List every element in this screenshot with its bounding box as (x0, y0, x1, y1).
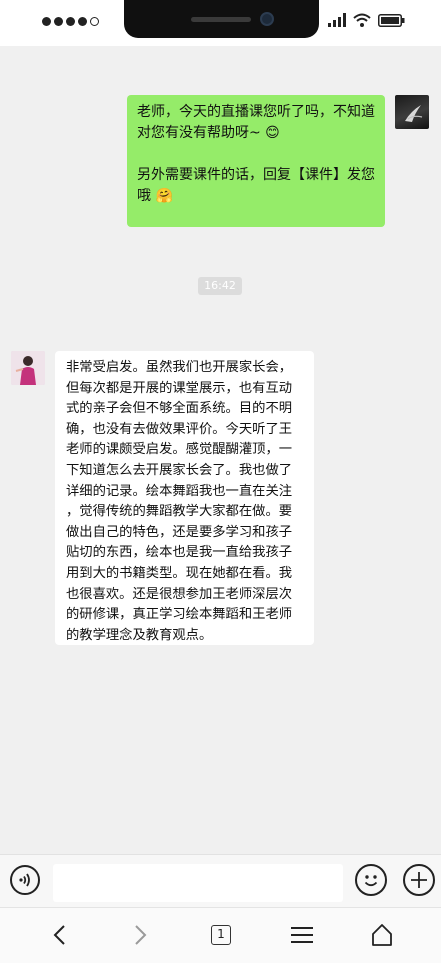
message-line: 老师，今天的直播课您听了吗，不知道 (137, 104, 375, 120)
chevron-right-icon (135, 925, 147, 945)
chevron-left-icon (53, 925, 65, 945)
emoji-button[interactable] (355, 864, 387, 896)
status-icons (328, 13, 405, 27)
home-icon (372, 924, 392, 946)
message-timestamp: 16:42 (198, 277, 242, 295)
menu-button[interactable] (287, 920, 317, 950)
message-line: 但每次都是开展的课堂展示，也有互动 (66, 380, 293, 396)
tab-count: 1 (211, 925, 231, 945)
message-line: 式的亲子会但不够全面系统。目的不明 (66, 401, 293, 417)
battery-icon (378, 13, 405, 27)
forward-button[interactable] (125, 920, 155, 950)
message-line: 用到大的书籍类型。现在她都在看。我 (66, 565, 293, 581)
emoji-icon (364, 875, 378, 887)
message-line: 详细的记录。绘本舞蹈我也一直在关注 (66, 483, 293, 499)
message-line: 哦 🤗 (137, 188, 173, 204)
more-button[interactable] (403, 864, 435, 896)
input-bar (0, 854, 441, 907)
message-input[interactable] (53, 864, 343, 902)
plus-icon (411, 872, 427, 888)
contact-avatar[interactable] (11, 351, 45, 385)
message-line: 的研修课，真正学习绘本舞蹈和王老师 (66, 607, 293, 623)
message-line: 对您有没有帮助呀~ 😊 (137, 125, 280, 141)
received-message-bubble[interactable]: 非常受启发。虽然我们也开展家长会， 但每次都是开展的课堂展示，也有互动 式的亲子… (55, 351, 314, 645)
hamburger-menu-icon (291, 927, 313, 943)
message-line: 确，也没有去做效果评价。今天听了王 (66, 421, 293, 437)
voice-icon (19, 873, 30, 887)
tabs-button[interactable]: 1 (206, 920, 236, 950)
signal-dots (42, 17, 99, 26)
my-avatar[interactable] (395, 95, 429, 129)
cellular-signal-icon (328, 13, 346, 27)
message-line: 的教学理念及教育观点。 (66, 627, 213, 643)
message-line: 非常受启发。虽然我们也开展家长会， (66, 360, 293, 375)
status-bar (0, 0, 441, 46)
message-line: 另外需要课件的话，回复【课件】发您 (137, 167, 375, 183)
message-line: 老师的课颇受启发。感觉醍醐灌顶，一 (66, 442, 293, 458)
message-line: 也很喜欢。还是很想参加王老师深层次 (66, 586, 293, 602)
message-line: 下知道怎么去开展家长会了。我也做了 (66, 462, 293, 478)
person-photo-icon (11, 351, 45, 385)
phone-notch (124, 0, 319, 38)
message-line: 做出自己的特色，还是要多学习和孩子 (66, 524, 293, 540)
browser-nav-bar: 1 (0, 907, 441, 963)
voice-button[interactable] (10, 865, 40, 895)
sent-message-bubble[interactable]: 老师，今天的直播课您听了吗，不知道 对您有没有帮助呀~ 😊 另外需要课件的话，回… (127, 95, 385, 227)
message-line: ，觉得传统的舞蹈教学大家都在做。要 (66, 504, 293, 520)
wifi-icon (353, 13, 371, 27)
dancer-silhouette-icon (405, 105, 423, 122)
message-line: 贴切的东西，绘本也是我一直给我孩子 (66, 545, 293, 561)
back-button[interactable] (45, 920, 75, 950)
home-button[interactable] (367, 920, 397, 950)
